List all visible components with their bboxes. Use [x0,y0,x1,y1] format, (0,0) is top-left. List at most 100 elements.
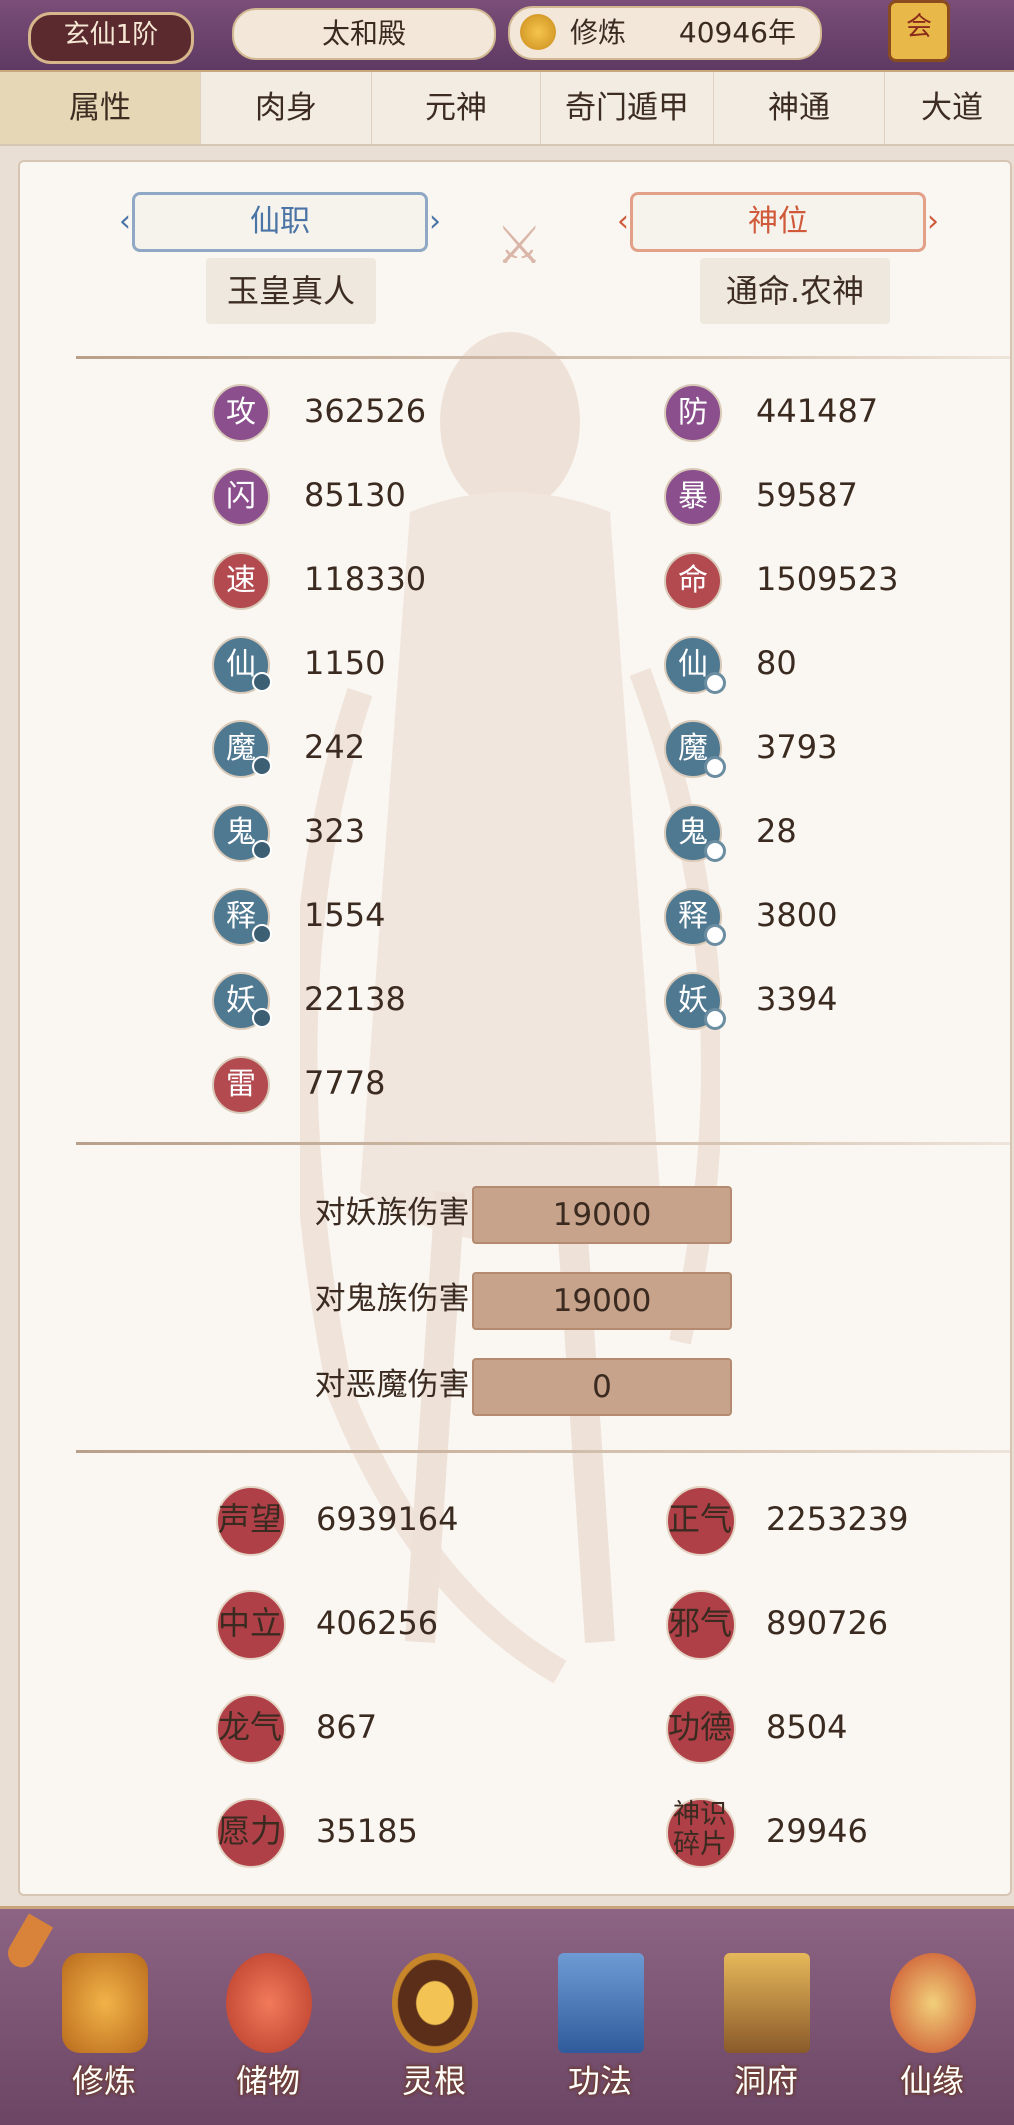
attack-marker-icon [252,672,272,692]
damage-label-ghost: 对鬼族伤害: [314,1281,480,1317]
shenwei-label-text: 神位 [748,204,808,239]
damage-value-devil: 0 [472,1358,732,1416]
nav-storage[interactable]: 储物 [198,1943,338,2113]
defense-marker-icon [704,756,726,778]
stat-value: 3800 [756,896,838,934]
stat-value: 323 [304,812,366,850]
yin-yang-icon [890,1953,976,2053]
cultivate-years: 40946年 [678,16,796,49]
monk-icon [62,1953,148,2053]
rep-name: 中立 [217,1604,282,1642]
rep-name: 正气 [667,1500,732,1538]
speed-icon: 速 [212,552,270,610]
section-divider [76,1450,1010,1453]
stat-value: 1554 [304,896,386,934]
tab-spirit[interactable]: 元神 [372,72,541,144]
tab-body[interactable]: 肉身 [201,72,372,144]
nav-label: 灵根 [401,2062,466,2100]
tab-qimen[interactable]: 奇门遁甲 [541,72,714,144]
rep-value: 2253239 [766,1500,909,1538]
rep-value: 890726 [766,1604,889,1642]
stat-value: 441487 [756,392,879,430]
rep-name: 邪气 [667,1604,732,1642]
realm-badge[interactable]: 玄仙1阶 [28,12,194,64]
damage-label-yao: 对妖族伤害: [314,1195,480,1231]
rep-name: 功德 [667,1708,732,1746]
defense-marker-icon [704,840,726,862]
location-button[interactable]: 太和殿 [232,8,496,60]
attack-marker-icon [252,1008,272,1028]
attack-marker-icon [252,756,272,776]
chevron-left-icon[interactable]: ‹ [119,195,131,249]
tab-attributes[interactable]: 属性 [0,72,201,144]
stat-value: 59587 [756,476,858,514]
nav-techniques[interactable]: 功法 [530,1943,670,2113]
section-divider [76,356,1010,359]
book-icon [558,1953,644,2053]
stat-value: 85130 [304,476,406,514]
nav-spirit-root[interactable]: 灵根 [364,1943,504,2113]
nav-label: 修炼 [71,2062,136,2100]
top-bar: 玄仙1阶 太和殿 修炼 40946年 会 [0,0,1014,73]
nav-label: 洞府 [733,2062,798,2100]
damage-value-ghost: 19000 [472,1272,732,1330]
nav-label: 仙缘 [899,2062,964,2100]
stat-value: 22138 [304,980,406,1018]
stat-value: 362526 [304,392,427,430]
xianzhi-value: 玉皇真人 [206,258,376,324]
rep-value: 6939164 [316,1500,459,1538]
defense-icon: 防 [664,384,722,442]
rep-value: 867 [316,1708,378,1746]
stat-value: 28 [756,812,797,850]
rep-value: 35185 [316,1812,418,1850]
defense-marker-icon [704,1008,726,1030]
stat-value: 3394 [756,980,838,1018]
stat-value: 7778 [304,1064,386,1102]
shenwei-label: ‹ 神位 › [617,192,939,252]
nav-cave[interactable]: 洞府 [696,1943,836,2113]
attack-icon: 攻 [212,384,270,442]
rep-name: 声望 [217,1500,282,1538]
defense-marker-icon [704,924,726,946]
rep-value: 8504 [766,1708,848,1746]
chevron-left-icon[interactable]: ‹ [617,195,629,249]
nav-fate[interactable]: 仙缘 [862,1943,1002,2113]
corner-menu-button[interactable]: 会 [888,0,950,62]
meditation-icon [520,14,556,50]
cultivate-label: 修炼 [570,16,627,49]
damage-label-devil: 对恶魔伤害: [314,1367,480,1403]
crit-icon: 暴 [664,468,722,526]
attributes-panel: ‹ 仙职 › 玉皇真人 ⚔ ‹ 神位 › 通命.农神 攻 362526 闪 85… [18,160,1012,1896]
shenwei-value: 通命.农神 [700,258,890,324]
attack-marker-icon [252,924,272,944]
thunder-icon: 雷 [212,1056,270,1114]
nav-cultivate[interactable]: 修炼 [34,1943,174,2113]
rep-name: 龙气 [217,1708,282,1746]
rep-value: 406256 [316,1604,439,1642]
stat-value: 80 [756,644,797,682]
attack-marker-icon [252,840,272,860]
tab-dao[interactable]: 大道 [885,72,1014,144]
stat-value: 118330 [304,560,427,598]
chevron-right-icon[interactable]: › [429,195,441,249]
tab-powers[interactable]: 神通 [714,72,885,144]
crossed-swords-icon: ⚔ [496,216,543,276]
defense-marker-icon [704,672,726,694]
xianzhi-label: ‹ 仙职 › [119,192,441,252]
tab-bar: 属性 肉身 元神 奇门遁甲 神通 大道 [0,72,1014,146]
stat-value: 1150 [304,644,386,682]
rep-name: 神识碎片 [673,1799,727,1860]
bottom-nav: 修炼 储物 灵根 功法 洞府 仙缘 [0,1906,1014,2125]
stat-value: 3793 [756,728,838,766]
pavilion-icon [724,1953,810,2053]
nav-label: 功法 [567,2062,632,2100]
cultivate-status[interactable]: 修炼 40946年 [508,6,822,60]
section-divider [76,1142,1010,1145]
bag-icon [226,1953,312,2053]
life-icon: 命 [664,552,722,610]
stat-value: 242 [304,728,366,766]
dodge-icon: 闪 [212,468,270,526]
chevron-right-icon[interactable]: › [927,195,939,249]
stat-value: 1509523 [756,560,899,598]
spirit-root-icon [392,1953,478,2053]
